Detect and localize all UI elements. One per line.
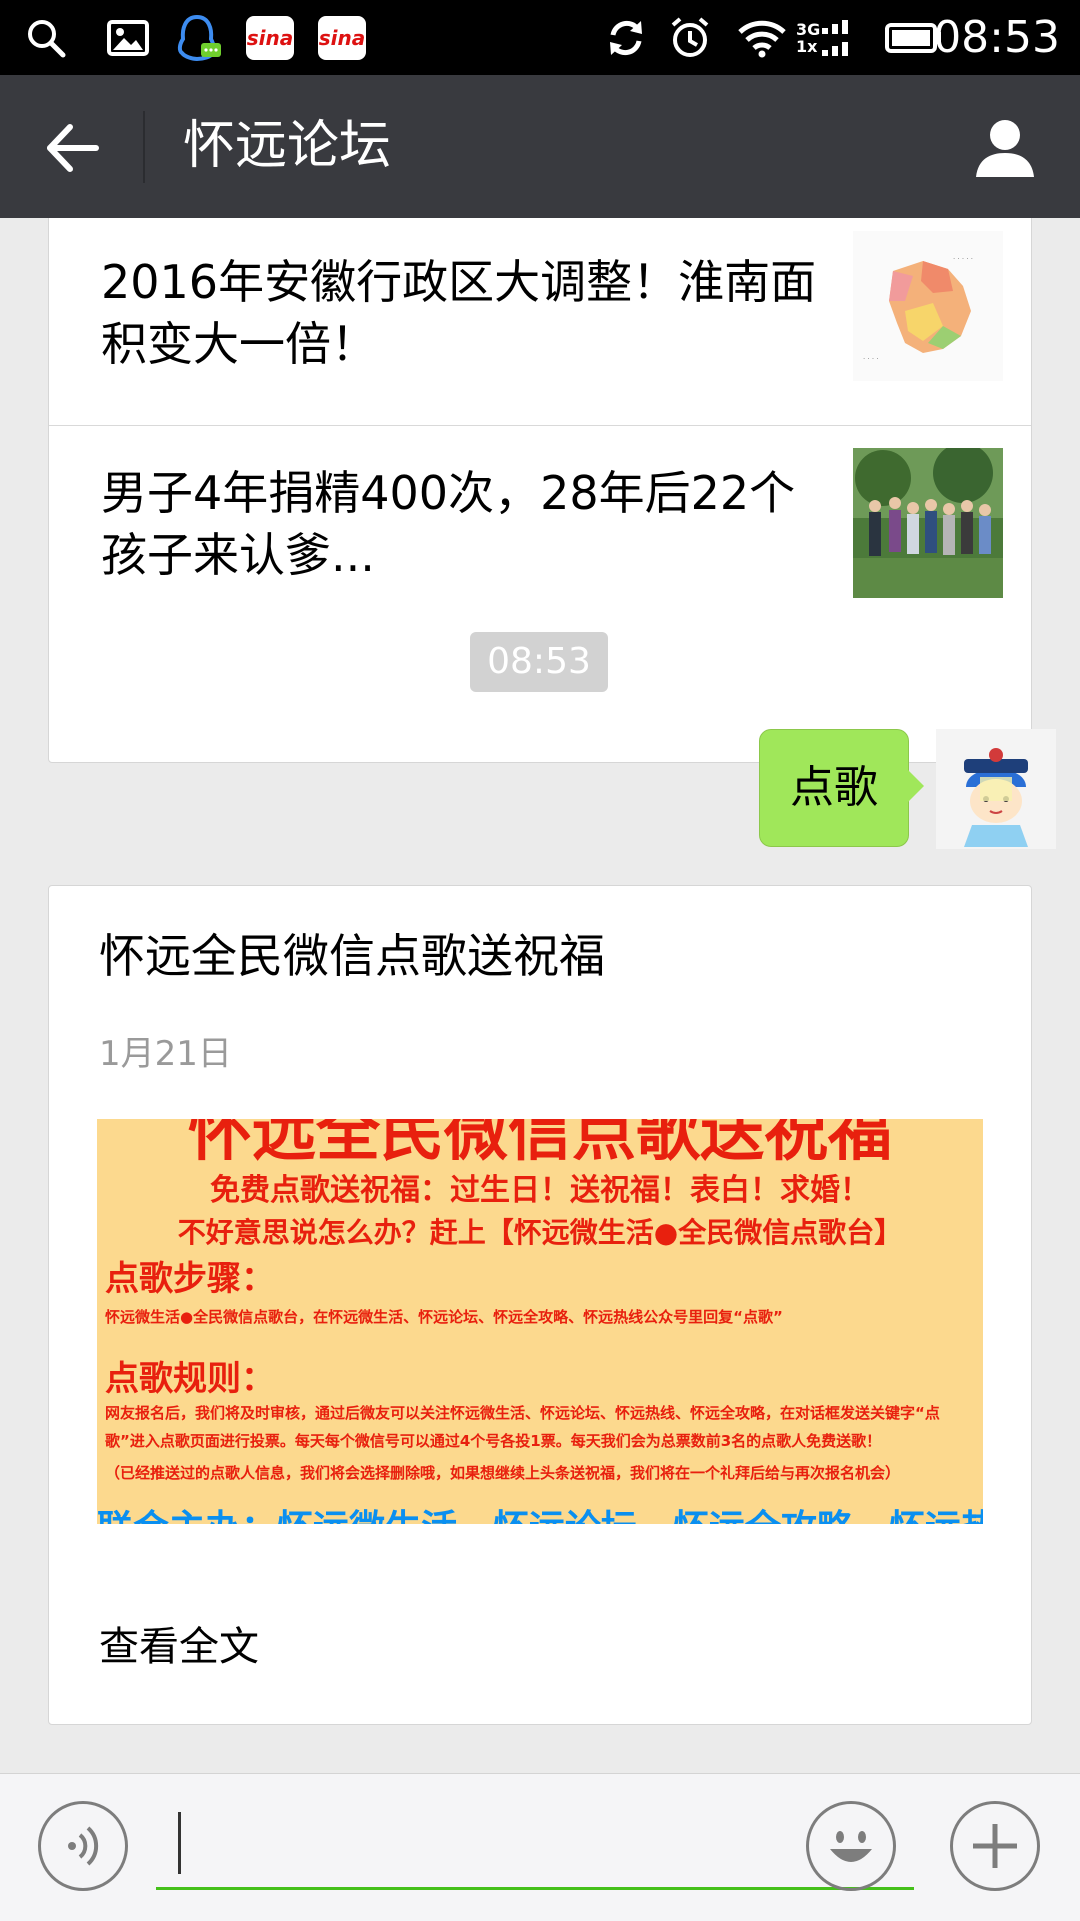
- app-bar: 怀远论坛: [0, 75, 1080, 218]
- chat-area: 2016年安徽行政区大调整！淮南面积变大一倍！ · · · · · · · · ·…: [0, 218, 1080, 1773]
- search-icon: [22, 0, 70, 75]
- qq-notification-icon: [174, 0, 224, 75]
- person-icon[interactable]: [970, 115, 1040, 181]
- page-title: 怀远论坛: [183, 116, 392, 176]
- banner-footer: 联合主办：怀远微生活、怀远论坛、怀远全攻略、怀远热线: [97, 1499, 983, 1524]
- banner-steps-text: 怀远微生活●全民微信点歌台，在怀远微生活、怀远论坛、怀远全攻略、怀远热线公众号里…: [105, 1308, 783, 1326]
- sent-message-bubble[interactable]: 点歌: [759, 729, 909, 847]
- text-caret: [178, 1812, 181, 1874]
- sina-weibo-icon: sina: [244, 0, 296, 75]
- image-icon: [104, 0, 152, 75]
- plus-icon[interactable]: [950, 1801, 1040, 1891]
- banner-rules-note: （已经推送过的点歌人信息，我们将会选择删除哦，如果想继续上头条送祝福，我们将在一…: [105, 1464, 901, 1482]
- timestamp-chip: 08:53: [470, 632, 608, 692]
- news-item-title: 2016年安徽行政区大调整！淮南面积变大一倍！: [101, 255, 817, 371]
- message-input[interactable]: [186, 1804, 910, 1886]
- news-item[interactable]: 2016年安徽行政区大调整！淮南面积变大一倍！ · · · · · · · · ·: [49, 218, 1031, 425]
- article-card[interactable]: 怀远全民微信点歌送祝福 1月21日 怀远全民微信点歌送祝福 免费点歌送祝福：过生…: [48, 885, 1032, 1725]
- network-type-top: 3G: [796, 19, 821, 39]
- signal-icon: 3G 1x: [796, 0, 872, 75]
- banner-line-1: 免费点歌送祝福：过生日！送祝福！表白！求婚！: [210, 1173, 870, 1208]
- network-type-bottom: 1x: [796, 36, 818, 56]
- sina-weibo-icon: sina: [316, 0, 368, 75]
- input-bar: [0, 1773, 1080, 1921]
- voice-icon[interactable]: [38, 1801, 128, 1891]
- back-arrow-icon[interactable]: [40, 115, 110, 181]
- input-underline: [156, 1887, 914, 1890]
- avatar[interactable]: [936, 729, 1056, 849]
- read-more-link[interactable]: 查看全文: [99, 1614, 259, 1672]
- wifi-icon: [734, 0, 790, 75]
- alarm-icon: [666, 0, 714, 75]
- news-item[interactable]: 男子4年捐精400次，28年后22个孩子来认爹...: [49, 426, 1031, 764]
- banner-rules-text: 网友报名后，我们将及时审核，通过后微友可以关注怀远微生活、怀远论坛、怀远热线、怀…: [105, 1404, 940, 1450]
- bubble-tail: [908, 770, 924, 802]
- banner-line-2: 不好意思说怎么办？赶上【怀远微生活●全民微信点歌台】: [177, 1216, 903, 1249]
- sina-label: sina: [318, 15, 366, 60]
- sync-icon: [602, 0, 650, 75]
- emoji-icon[interactable]: [806, 1801, 896, 1891]
- svg-text:· · · ·: · · · ·: [863, 355, 879, 363]
- svg-text:· · · · ·: · · · · ·: [953, 255, 973, 263]
- banner-rules-label: 点歌规则：: [105, 1359, 275, 1399]
- anhui-map-thumbnail: · · · · · · · · ·: [853, 231, 1003, 381]
- status-bar: sina sina 3G 1x 08:53: [0, 0, 1080, 75]
- banner-steps-label: 点歌步骤：: [105, 1259, 275, 1299]
- status-time: 08:53: [933, 12, 1060, 63]
- group-photo-thumbnail: [853, 443, 1003, 598]
- article-banner: 怀远全民微信点歌送祝福 免费点歌送祝福：过生日！送祝福！表白！求婚！ 不好意思说…: [97, 1119, 983, 1524]
- app-bar-divider: [143, 111, 145, 183]
- article-date: 1月21日: [99, 1034, 232, 1074]
- article-title: 怀远全民微信点歌送祝福: [99, 929, 605, 983]
- message-input-field[interactable]: [156, 1804, 914, 1890]
- sina-label: sina: [246, 15, 294, 60]
- news-item-title: 男子4年捐精400次，28年后22个孩子来认爹...: [101, 466, 796, 582]
